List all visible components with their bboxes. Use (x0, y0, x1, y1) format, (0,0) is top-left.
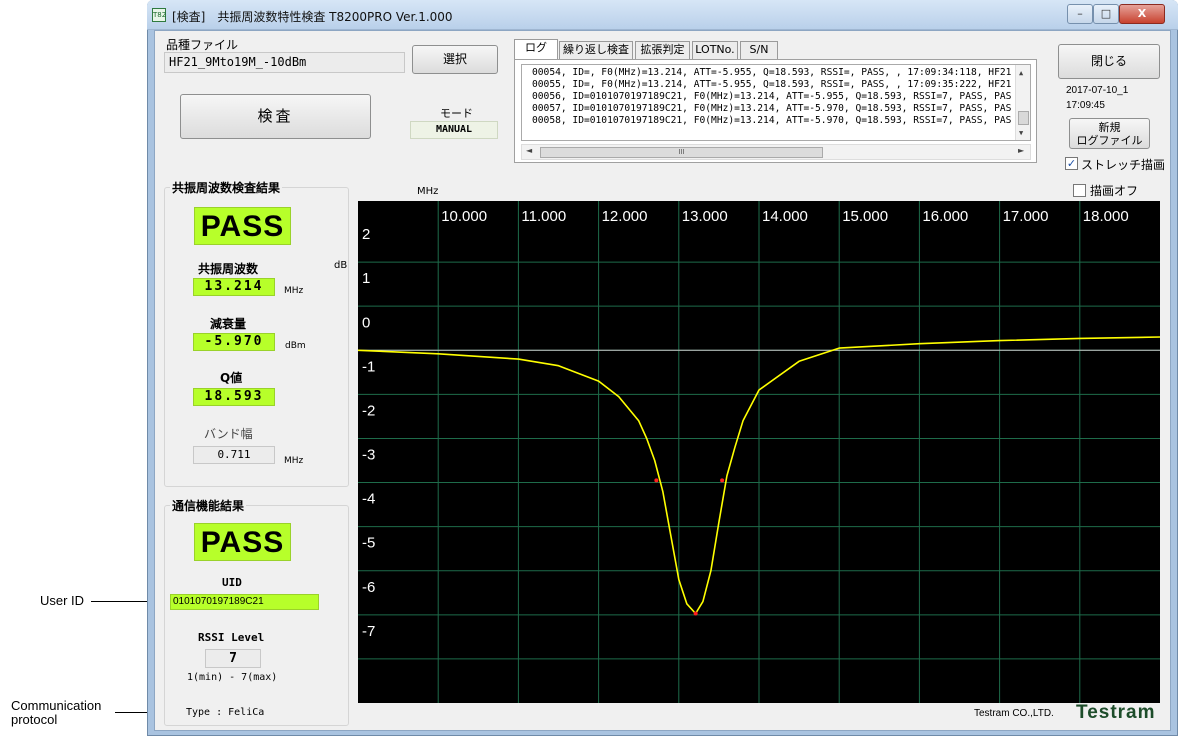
q-label: Q値 (220, 371, 243, 385)
scroll-thumb[interactable] (1018, 111, 1029, 125)
drawing-off-checkbox[interactable] (1073, 184, 1086, 197)
scroll-up-icon[interactable]: ▲ (1019, 69, 1023, 77)
uid-label: UID (222, 576, 242, 589)
mode-value: MANUAL (410, 121, 498, 139)
rssi-label: RSSI Level (198, 631, 265, 644)
att-label: 減衰量 (210, 317, 247, 331)
close-button[interactable]: 閉じる (1058, 44, 1160, 79)
scroll-right-icon[interactable]: ► (1018, 146, 1024, 155)
bandwidth-label: バンド幅 (204, 427, 253, 441)
rssi-value: 7 (205, 649, 261, 668)
chart-svg: 10.000 11.000 12.000 13.000 14.000 15.000 16.0… (358, 201, 1160, 703)
log-line: 00054, ID=, F0(MHz)=13.214, ATT=-5.955, … (532, 67, 1012, 78)
tab-extended[interactable]: 拡張判定 (635, 41, 690, 59)
log-line: 00058, ID=0101070197189C21, F0(MHz)=13.2… (532, 115, 1012, 126)
protocol-type: Type : FeliCa (186, 707, 265, 718)
y-tick-label: -2 (362, 402, 375, 419)
tab-log[interactable]: ログ (514, 39, 558, 59)
y-tick-label: 0 (362, 314, 370, 331)
x-tick-label: 11.000 (521, 208, 566, 225)
hscroll-thumb[interactable]: III (540, 147, 823, 158)
time-text: 17:09:45 (1066, 100, 1105, 111)
curve-marker (654, 478, 659, 483)
y-tick-label: -1 (362, 358, 375, 375)
scroll-left-icon[interactable]: ◄ (526, 146, 532, 155)
user-id-callout: User ID (40, 593, 85, 608)
y-tick-label: 2 (362, 226, 370, 243)
x-tick-label: 18.000 (1083, 208, 1129, 225)
communication-title: 通信機能結果 (170, 497, 247, 514)
scroll-down-icon[interactable]: ▼ (1019, 129, 1023, 137)
tab-lotno[interactable]: LOTNo. (692, 41, 738, 59)
frequency-response-chart: 10.000 11.000 12.000 13.000 14.000 15.000 16.0… (358, 201, 1160, 703)
date-text: 2017-07-10_1 (1066, 85, 1129, 96)
log-hscrollbar[interactable]: ◄ III ► (521, 144, 1031, 160)
x-tick-label: 12.000 (602, 208, 648, 225)
curve-marker (720, 478, 725, 483)
communication-result: PASS (194, 523, 291, 561)
protocol-callout: Communication protocol (11, 698, 102, 727)
uid-value: 0101070197189C21 (170, 594, 319, 610)
resonance-result: PASS (194, 207, 291, 245)
att-unit: dBm (285, 341, 306, 351)
select-button[interactable]: 選択 (412, 45, 498, 74)
log-line: 00055, ID=, F0(MHz)=13.214, ATT=-5.955, … (532, 79, 1012, 90)
q-value: 18.593 (193, 388, 275, 406)
drawing-off-label: 描画オフ (1090, 184, 1139, 198)
user-id-callout-line (91, 601, 153, 602)
y-tick-label: -6 (362, 579, 375, 596)
stretch-checkbox[interactable]: ✓ (1065, 157, 1078, 170)
bandwidth-unit: MHz (284, 456, 304, 466)
log-line: 00056, ID=0101070197189C21, F0(MHz)=13.2… (532, 91, 1012, 102)
resonance-title: 共振周波数検査結果 (170, 179, 283, 196)
y-tick-label: -5 (362, 535, 375, 552)
freq-label: 共振周波数 (198, 262, 259, 276)
att-value: -5.970 (193, 333, 275, 351)
file-field[interactable]: HF21_9Mto19M_-10dBm (164, 52, 405, 73)
curve-marker (693, 611, 698, 616)
log-vscrollbar[interactable]: ▲ ▼ (1015, 65, 1030, 140)
bandwidth-value: 0.711 (193, 446, 275, 464)
x-axis-label: MHz (417, 186, 439, 197)
company-name: Testram CO.,LTD. (974, 708, 1054, 719)
y-tick-label: -3 (362, 447, 375, 464)
y-tick-label: 1 (362, 270, 370, 287)
x-tick-label: 15.000 (842, 208, 888, 225)
rssi-range: 1(min) - 7(max) (187, 672, 278, 683)
x-tick-label: 14.000 (762, 208, 808, 225)
maximize-button[interactable]: □ (1093, 4, 1119, 24)
new-log-file-button[interactable]: 新規 ログファイル (1069, 118, 1150, 149)
freq-unit: MHz (284, 286, 304, 296)
y-axis-label: dB (334, 260, 348, 271)
inspect-button[interactable]: 検査 (180, 94, 371, 139)
log-panel: 00054, ID=, F0(MHz)=13.214, ATT=-5.955, … (514, 59, 1037, 163)
window-title: [検査] 共振周波数特性検査 T8200PRO Ver.1.000 (172, 10, 453, 24)
tab-repeat[interactable]: 繰り返し検査 (559, 41, 633, 59)
stretch-label: ストレッチ描画 (1081, 158, 1166, 172)
y-tick-label: -4 (362, 491, 375, 508)
x-tick-label: 10.000 (441, 208, 487, 225)
x-tick-label: 17.000 (1003, 208, 1049, 225)
tab-sn[interactable]: S/N (740, 41, 778, 59)
file-label: 品種ファイル (166, 38, 239, 52)
x-tick-label: 16.000 (922, 208, 968, 225)
close-window-button[interactable]: X (1119, 4, 1165, 24)
log-line: 00057, ID=0101070197189C21, F0(MHz)=13.2… (532, 103, 1012, 114)
freq-value: 13.214 (193, 278, 275, 296)
log-list[interactable]: 00054, ID=, F0(MHz)=13.214, ATT=-5.955, … (521, 64, 1031, 141)
minimize-button[interactable]: – (1067, 4, 1093, 24)
testram-logo: Testram (1076, 702, 1156, 723)
x-tick-label: 13.000 (682, 208, 728, 225)
y-tick-label: -7 (362, 623, 375, 640)
app-icon: T82 (152, 8, 166, 22)
mode-label: モード (440, 107, 473, 120)
